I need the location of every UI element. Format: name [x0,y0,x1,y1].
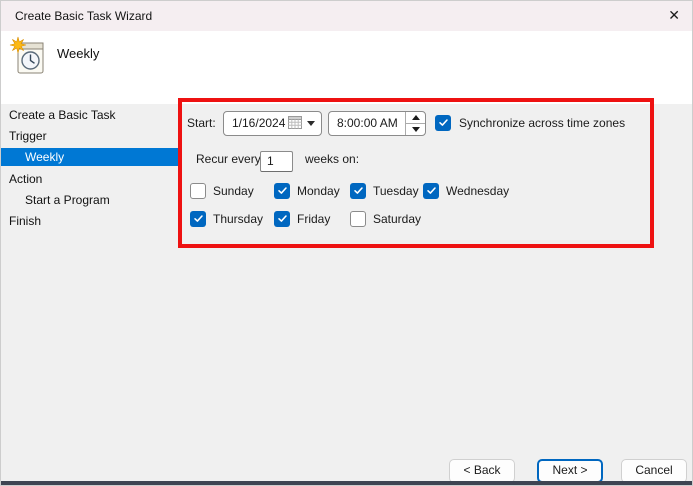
day-checkbox-thursday[interactable]: Thursday [190,210,263,227]
page-title: Weekly [57,46,99,61]
start-date-value[interactable]: 1/16/2024 [224,112,288,135]
day-checkbox-tuesday[interactable]: Tuesday [350,182,419,199]
arrow-down-icon [412,127,420,132]
cancel-button[interactable]: Cancel [621,459,687,483]
wizard-header: Weekly [1,31,692,104]
recur-weeks-input[interactable]: 1 [260,151,293,172]
spin-up-button[interactable] [406,112,425,124]
close-icon[interactable]: ✕ [668,7,680,24]
calendar-icon [288,116,302,132]
sidebar-item-finish[interactable]: Finish [1,211,178,232]
start-time-value[interactable]: 8:00:00 AM [329,112,405,135]
day-checkbox-monday[interactable]: Monday [274,182,340,199]
checkbox-icon[interactable] [423,183,439,199]
weeks-on-label: weeks on: [305,149,359,170]
sync-timezones-checkbox[interactable]: Synchronize across time zones [435,114,625,131]
checkbox-icon[interactable] [190,183,206,199]
checkbox-icon[interactable] [350,211,366,227]
start-date-picker[interactable]: 1/16/2024 [223,111,322,136]
sync-timezones-label: Synchronize across time zones [459,116,625,130]
day-label: Tuesday [373,184,419,198]
recur-every-label: Recur every: [196,149,264,170]
day-checkbox-wednesday[interactable]: Wednesday [423,182,509,199]
day-checkbox-saturday[interactable]: Saturday [350,210,421,227]
sidebar-item-weekly[interactable]: Weekly [1,148,178,166]
window-title: Create Basic Task Wizard [15,9,152,23]
titlebar: Create Basic Task Wizard ✕ [1,1,692,31]
start-time-spinner[interactable]: 8:00:00 AM [328,111,426,136]
start-label: Start: [187,111,216,136]
scheduled-task-icon [9,36,49,81]
create-basic-task-wizard-window: Create Basic Task Wizard ✕ Weekly Create… [0,0,693,486]
window-bottom-edge [1,481,692,485]
next-button[interactable]: Next > [537,459,603,483]
back-button[interactable]: < Back [449,459,515,483]
sidebar-item-trigger[interactable]: Trigger [1,126,178,147]
checkbox-icon[interactable] [435,115,451,131]
spin-down-button[interactable] [406,124,425,135]
chevron-down-icon[interactable] [307,121,315,126]
day-label: Sunday [213,184,254,198]
sidebar-item-create-a-basic-task[interactable]: Create a Basic Task [1,105,178,126]
day-label: Wednesday [446,184,509,198]
sidebar-item-start-a-program[interactable]: Start a Program [1,190,178,211]
day-label: Saturday [373,212,421,226]
time-spinner-buttons [405,112,425,135]
checkbox-icon[interactable] [190,211,206,227]
checkbox-icon[interactable] [274,211,290,227]
day-label: Friday [297,212,330,226]
day-checkbox-friday[interactable]: Friday [274,210,330,227]
checkbox-icon[interactable] [274,183,290,199]
day-checkbox-sunday[interactable]: Sunday [190,182,254,199]
sidebar-item-action[interactable]: Action [1,169,178,190]
day-label: Thursday [213,212,263,226]
arrow-up-icon [412,115,420,120]
checkbox-icon[interactable] [350,183,366,199]
day-label: Monday [297,184,340,198]
